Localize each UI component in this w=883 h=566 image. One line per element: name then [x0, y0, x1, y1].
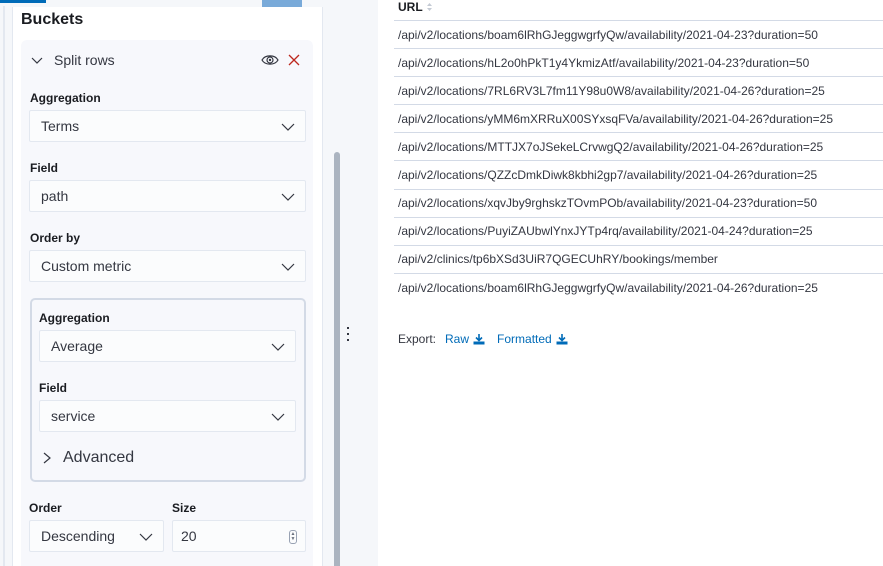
table-row: /api/v2/locations/xqvJby9rghskzTOvmPOb/a… — [394, 190, 883, 218]
update-button-edge[interactable] — [262, 0, 302, 7]
table-row: /api/v2/locations/boam6lRhGJeggwgrfyQw/a… — [398, 280, 818, 295]
chevron-down-icon — [281, 193, 295, 201]
chevron-down-icon — [271, 413, 285, 421]
size-input[interactable]: 20 ▲ ▼ — [172, 520, 306, 552]
download-icon — [473, 333, 485, 344]
chevron-right-icon — [43, 452, 51, 464]
metric-field-label: Field — [39, 381, 68, 395]
table-row: /api/v2/locations/QZZcDmkDiwk8kbhi2gp7/a… — [394, 161, 883, 190]
download-icon — [556, 333, 568, 344]
advanced-toggle[interactable]: Advanced — [41, 449, 134, 467]
table-row: /api/v2/locations/hL2o0hPkT1y4YkmizAtf/a… — [394, 49, 883, 78]
visualize-editor: Buckets Split rows Aggregation Terms Fie… — [0, 0, 883, 566]
export-bar: Export: Raw Formatted — [398, 332, 580, 346]
metric-aggregation-value: Average — [51, 338, 103, 354]
table-row: /api/v2/clinics/tp6bXSd3UiR7QGECUhRY/boo… — [394, 246, 883, 274]
metric-field-value: service — [51, 408, 96, 424]
scrollbar-thumb[interactable] — [334, 152, 340, 566]
eye-icon[interactable] — [261, 53, 279, 67]
split-rows-toggle[interactable]: Split rows — [30, 52, 115, 68]
size-label: Size — [172, 501, 197, 515]
table-row: /api/v2/locations/PuyiZAUbwlYnxJYTp4rq/a… — [394, 218, 883, 246]
split-rows-title: Split rows — [54, 52, 115, 68]
spinner-down-icon[interactable]: ▼ — [291, 537, 296, 542]
size-spinner[interactable]: ▲ ▼ — [289, 530, 297, 544]
export-raw-label: Raw — [445, 332, 470, 346]
export-raw-link[interactable]: Raw — [445, 332, 485, 346]
order-by-label: Order by — [30, 231, 81, 245]
metric-aggregation-label: Aggregation — [39, 311, 110, 325]
aggregation-value: Terms — [41, 118, 80, 134]
panel-resize-handle[interactable] — [346, 327, 350, 341]
field-select[interactable]: path — [29, 180, 306, 212]
advanced-label: Advanced — [63, 449, 135, 466]
size-value: 20 — [181, 528, 197, 544]
table-row: /api/v2/locations/7RL6RV3L7fm11Y98u0W8/a… — [394, 77, 883, 106]
table-row: /api/v2/locations/MTTJX7oJSekeLCrvwgQ2/a… — [394, 133, 883, 162]
url-column-title: URL — [398, 0, 423, 14]
metric-aggregation-select[interactable]: Average — [39, 330, 296, 362]
chevron-down-icon — [281, 263, 295, 271]
export-label: Export: — [398, 332, 437, 346]
active-tab-indicator — [0, 0, 46, 3]
url-column-header[interactable]: URL — [398, 0, 433, 14]
order-select[interactable]: Descending — [29, 520, 164, 552]
chevron-down-icon — [31, 57, 43, 64]
field-value: path — [41, 188, 69, 204]
chevron-down-icon — [281, 123, 295, 131]
buckets-title: Buckets — [21, 11, 84, 28]
chevron-down-icon — [271, 343, 285, 351]
table-row: /api/v2/locations/yMM6mXRRuX00SYxsqFVa/a… — [394, 105, 883, 134]
order-label: Order — [29, 501, 62, 515]
order-by-select[interactable]: Custom metric — [29, 250, 306, 282]
url-table-body: /api/v2/locations/boam6lRhGJeggwgrfyQw/a… — [394, 21, 883, 302]
aggregation-label: Aggregation — [30, 91, 101, 105]
table-row: /api/v2/locations/boam6lRhGJeggwgrfyQw/a… — [394, 21, 883, 50]
sidebar-border — [3, 6, 5, 566]
export-formatted-link[interactable]: Formatted — [497, 332, 568, 346]
aggregation-select[interactable]: Terms — [29, 110, 306, 142]
close-icon[interactable] — [288, 54, 300, 66]
order-value: Descending — [41, 528, 115, 544]
sort-icon — [426, 3, 432, 11]
field-label: Field — [30, 161, 59, 175]
order-by-value: Custom metric — [41, 258, 132, 274]
export-formatted-label: Formatted — [497, 332, 552, 346]
metric-field-select[interactable]: service — [39, 400, 296, 432]
chevron-down-icon — [139, 533, 153, 541]
